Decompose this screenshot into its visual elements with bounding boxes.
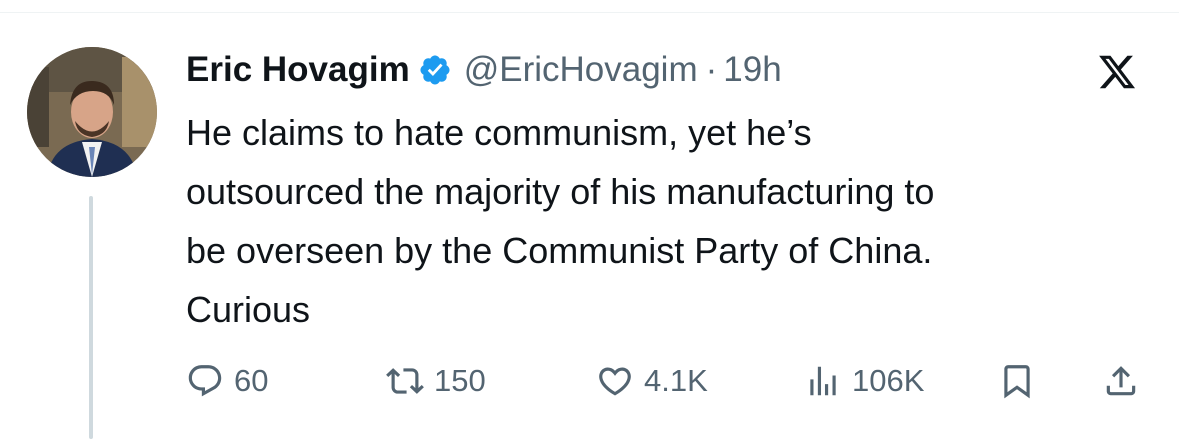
tweet-line: Curious — [186, 289, 311, 330]
tweet-line: He claims to hate communism, yet he’s — [186, 112, 812, 153]
reply-button[interactable]: 60 — [186, 356, 268, 406]
avatar-photo — [27, 47, 157, 177]
heart-icon — [599, 367, 631, 396]
verified-badge-icon — [420, 55, 450, 85]
share-icon — [1106, 366, 1136, 396]
like-button[interactable]: 4.1K — [596, 356, 708, 406]
avatar[interactable] — [27, 47, 157, 177]
views-icon — [810, 366, 836, 396]
action-bar: 60 150 4.1K 106K — [186, 356, 1146, 406]
tweet-line: be overseen by the Communist Party of Ch… — [186, 230, 933, 271]
thread-line — [89, 196, 93, 439]
timestamp[interactable]: 19h — [723, 45, 781, 95]
views-count: 106K — [852, 363, 925, 398]
display-name[interactable]: Eric Hovagim — [186, 45, 410, 95]
handle[interactable]: @EricHovagim — [464, 45, 698, 95]
repost-icon — [386, 368, 424, 394]
separator-dot: · — [705, 50, 718, 89]
bookmark-button[interactable] — [998, 356, 1036, 406]
views-button[interactable]: 106K — [804, 356, 924, 406]
reply-count: 60 — [234, 363, 269, 398]
tweet-line: outsourced the majority of his manufactu… — [186, 171, 935, 212]
tweet-text: He claims to hate communism, yet he’s ou… — [186, 103, 1161, 339]
repost-button[interactable]: 150 — [386, 356, 486, 406]
share-button[interactable] — [1102, 356, 1140, 406]
x-logo-icon — [1099, 55, 1136, 89]
repost-count: 150 — [434, 363, 486, 398]
tweet-header: Eric Hovagim @EricHovagim · 19h — [186, 45, 782, 95]
reply-icon — [188, 365, 222, 397]
top-divider — [0, 12, 1179, 13]
bookmark-icon — [1004, 365, 1030, 399]
like-count: 4.1K — [644, 363, 708, 398]
